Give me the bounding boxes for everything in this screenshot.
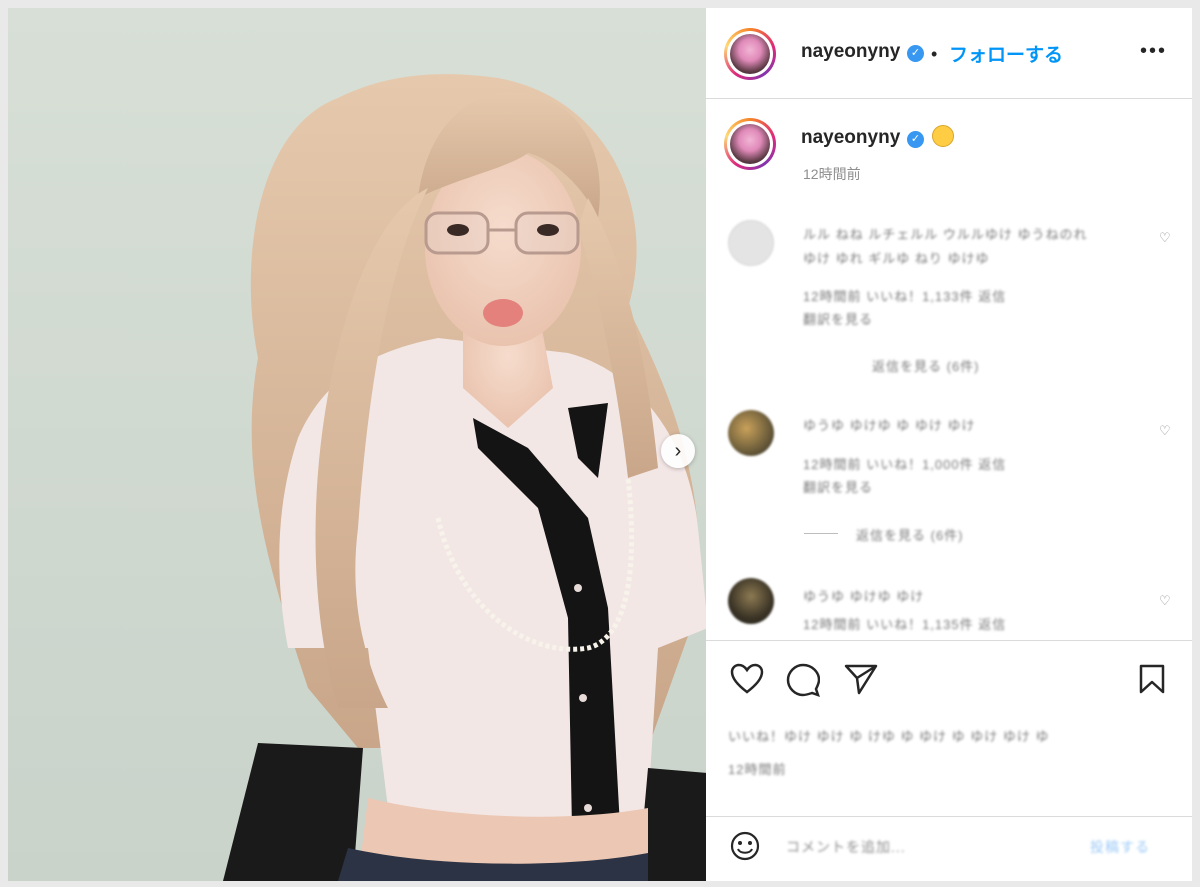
comment-text: ゆうゆ ゆけゆ ゆけ: [803, 589, 925, 604]
comment-text: ルル ねね ルチェルル ウルルゆけ ゆうねのれ: [803, 227, 1088, 242]
comment-like-icon[interactable]: ♡: [1159, 230, 1171, 246]
emoji-icon[interactable]: [730, 831, 760, 861]
chevron-right-icon: ›: [674, 440, 682, 462]
share-icon[interactable]: [844, 663, 878, 695]
heart-icon[interactable]: [730, 663, 764, 695]
comment-text-line2: ゆけ ゆれ ギルゆ ねり ゆけゆ: [803, 251, 990, 266]
bookmark-icon[interactable]: [1138, 663, 1166, 695]
action-bar: いいね！ゆけ ゆけ ゆ けゆ ゆ ゆけ ゆ ゆけ ゆけ ゆ 12時間前: [706, 640, 1192, 777]
commenter-avatar[interactable]: [728, 220, 774, 266]
avatar[interactable]: [724, 28, 776, 80]
comment-meta: 12時間前 いいね！1,133件 返信: [803, 289, 1007, 304]
follow-button[interactable]: フォローする: [949, 40, 1063, 67]
post-header: nayeonyny ✓ • フォローする •••: [706, 8, 1192, 99]
comment-like-icon[interactable]: ♡: [1159, 593, 1171, 609]
separator: •: [931, 44, 938, 64]
view-replies[interactable]: 返信を見る (6件): [872, 356, 980, 375]
comment-bar: コメントを追加... 投稿する: [706, 816, 1192, 882]
comment-icon[interactable]: [786, 663, 820, 697]
emoji-icon: [932, 125, 954, 147]
comment-meta: 12時間前 いいね！1,000件 返信: [803, 457, 1007, 472]
comment-like-icon[interactable]: ♡: [1159, 423, 1171, 439]
comment-translate[interactable]: 翻訳を見る: [803, 309, 873, 328]
more-icon[interactable]: •••: [1140, 40, 1167, 63]
commenter-avatar[interactable]: [728, 410, 774, 456]
comment-text: ゆうゆ ゆけゆ ゆ ゆけ ゆけ: [803, 418, 976, 433]
likes-text: いいね！ゆけ ゆけ ゆ けゆ ゆ ゆけ ゆ ゆけ ゆけ ゆ: [728, 729, 1050, 744]
post-comment-button[interactable]: 投稿する: [1090, 837, 1150, 857]
verified-icon: ✓: [907, 45, 924, 62]
next-slide-button[interactable]: ›: [661, 434, 695, 468]
commenter-avatar[interactable]: [728, 578, 774, 624]
comment-meta: 12時間前 いいね！1,135件 返信: [803, 617, 1007, 632]
post-photo[interactable]: ›: [8, 8, 706, 881]
post-panel: nayeonyny ✓ • フォローする ••• nayeonyny ✓ 12時…: [706, 8, 1192, 881]
username-link[interactable]: nayeonyny: [801, 41, 900, 63]
caption-username[interactable]: nayeonyny: [801, 127, 900, 149]
post-time: 12時間前: [803, 166, 861, 182]
replies-divider: [804, 533, 838, 534]
comment-input[interactable]: コメントを追加...: [786, 837, 906, 857]
comment-translate[interactable]: 翻訳を見る: [803, 477, 873, 496]
caption-avatar[interactable]: [724, 118, 776, 170]
view-replies[interactable]: 返信を見る (6件): [856, 525, 964, 544]
verified-icon: ✓: [907, 131, 924, 148]
likes-time: 12時間前: [728, 762, 787, 777]
